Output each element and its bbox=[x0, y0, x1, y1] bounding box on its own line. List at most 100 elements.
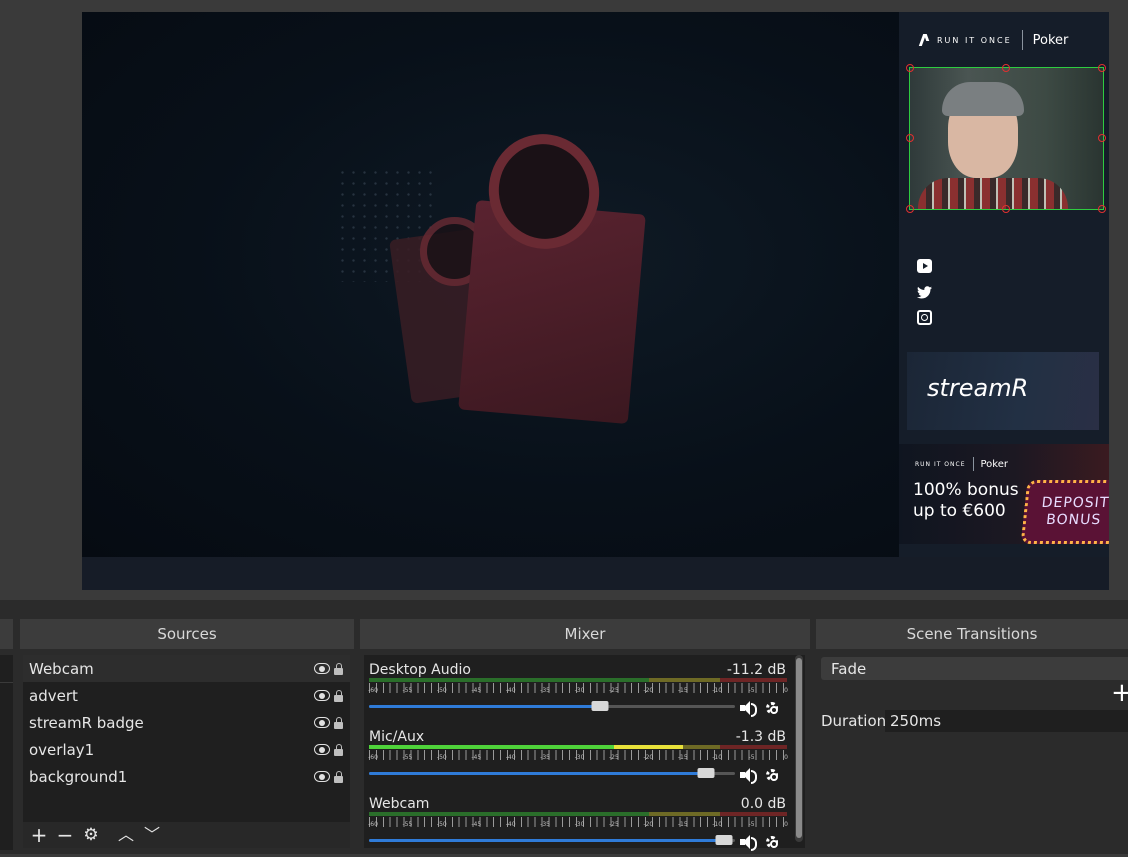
transition-select[interactable]: Fade bbox=[821, 657, 1128, 680]
lock-icon[interactable] bbox=[334, 743, 343, 756]
source-name: background1 bbox=[29, 767, 128, 786]
add-source-button[interactable]: + bbox=[28, 824, 50, 846]
scene-transitions-panel: Fade + Duration 250ms bbox=[816, 655, 1128, 848]
tick-label: -15 bbox=[677, 754, 688, 761]
sources-dock-title[interactable]: Sources bbox=[20, 619, 354, 649]
eye-icon[interactable] bbox=[314, 744, 330, 755]
volume-slider-thumb[interactable] bbox=[715, 835, 733, 845]
resize-handle-top[interactable] bbox=[1002, 64, 1010, 72]
channel-name: Desktop Audio bbox=[369, 662, 471, 678]
resize-handle-br[interactable] bbox=[1098, 205, 1106, 213]
tick-label: -55 bbox=[402, 687, 413, 694]
tick-label: 0 bbox=[784, 821, 788, 828]
gear-icon[interactable] bbox=[766, 702, 778, 714]
add-transition-button[interactable]: + bbox=[1111, 680, 1128, 706]
mixer-dock-title[interactable]: Mixer bbox=[360, 619, 810, 649]
advert-logo-poker: Poker bbox=[980, 458, 1009, 470]
tick-label: -45 bbox=[471, 821, 482, 828]
move-source-up-button[interactable]: ︿ bbox=[115, 824, 137, 846]
source-name: advert bbox=[29, 686, 78, 705]
deposit-sign-line1: DEPOSIT bbox=[1040, 495, 1109, 511]
meter-tick-labels: -60 -55 -50 -45 -40 -35 -30 -25 -20 -15 -10 -5 0 bbox=[364, 821, 794, 829]
source-item-streamr-badge[interactable]: streamR badge bbox=[23, 709, 350, 736]
run-it-once-logo: RUN IT ONCE Poker bbox=[919, 30, 1068, 50]
resize-handle-left[interactable] bbox=[906, 134, 914, 142]
eye-icon[interactable] bbox=[314, 690, 330, 701]
mixer-channel: Webcam 0.0 dB -60 -55 -50 -45 -40 -35 -30 -25 -20-… bbox=[364, 791, 794, 857]
tick-label: -40 bbox=[505, 754, 516, 761]
tick-label: -25 bbox=[609, 821, 619, 828]
eye-icon[interactable] bbox=[314, 717, 330, 728]
webcam-person-shirt bbox=[918, 178, 1068, 209]
tick-label: -10 bbox=[712, 754, 723, 761]
source-item-overlay1[interactable]: overlay1 bbox=[23, 736, 350, 763]
mixer-channel: Mic/Aux -1.3 dB -60 -55 -50 -45 -40 -35 -30 -25 -2… bbox=[364, 724, 794, 790]
volume-slider-thumb[interactable] bbox=[591, 701, 609, 711]
webcam-source-selected[interactable] bbox=[909, 67, 1104, 210]
sources-list[interactable]: Webcam advert streamR badge overlay1 bac… bbox=[23, 655, 350, 848]
transitions-dock-title[interactable]: Scene Transitions bbox=[816, 619, 1128, 649]
tick-label: 0 bbox=[784, 687, 788, 694]
eye-icon[interactable] bbox=[314, 663, 330, 674]
volume-slider[interactable] bbox=[369, 701, 735, 711]
gear-icon[interactable] bbox=[766, 836, 778, 848]
tick-label: -60 bbox=[368, 754, 378, 761]
lock-icon[interactable] bbox=[334, 770, 343, 783]
gear-icon[interactable] bbox=[766, 769, 778, 781]
source-item-advert[interactable]: advert bbox=[23, 682, 350, 709]
rio-logo-text: RUN IT ONCE bbox=[937, 35, 1012, 45]
tick-label: -45 bbox=[471, 754, 482, 761]
source-item-background1[interactable]: background1 bbox=[23, 763, 350, 790]
tick-label: -15 bbox=[677, 687, 688, 694]
speaker-wave-icon bbox=[751, 770, 757, 784]
scenes-dock-title bbox=[0, 619, 13, 649]
youtube-icon bbox=[917, 259, 932, 273]
remove-source-button[interactable]: − bbox=[54, 824, 76, 846]
mixer-scrollbar[interactable] bbox=[795, 655, 803, 842]
tick-label: -60 bbox=[368, 821, 378, 828]
deposit-sign-line2: BONUS bbox=[1045, 512, 1102, 528]
duration-input[interactable]: 250ms bbox=[885, 710, 1128, 732]
tick-label: -25 bbox=[609, 754, 619, 761]
tick-label: -45 bbox=[471, 687, 482, 694]
tick-label: -5 bbox=[748, 687, 755, 694]
lock-icon[interactable] bbox=[334, 662, 343, 675]
resize-handle-right[interactable] bbox=[1098, 134, 1106, 142]
audio-mixer: Desktop Audio -11.2 dB -60 -55 -50 -45 -40 -35-… bbox=[364, 655, 805, 851]
resize-handle-tr[interactable] bbox=[1098, 64, 1106, 72]
tick-label: -5 bbox=[748, 821, 755, 828]
resize-handle-bl[interactable] bbox=[906, 205, 914, 213]
scenes-list[interactable] bbox=[0, 655, 13, 850]
preview-bottom-bar bbox=[82, 557, 1109, 590]
overlay-sidebar: RUN IT ONCE Poker streamR RUN IT ONCE Po… bbox=[899, 12, 1109, 557]
background-scene bbox=[82, 12, 899, 557]
lock-icon[interactable] bbox=[334, 716, 343, 729]
tick-label: 0 bbox=[784, 754, 788, 761]
deposit-bonus-sign: DEPOSIT BONUS bbox=[1020, 480, 1109, 544]
resize-handle-bottom[interactable] bbox=[1002, 205, 1010, 213]
meter-tick-labels: -60 -55 -50 -45 -40 -35 -30 -25 -20 -15 -10 -5 0 bbox=[364, 687, 794, 695]
preview-canvas[interactable]: RUN IT ONCE Poker streamR RUN IT ONCE Po… bbox=[82, 12, 1109, 590]
lock-icon[interactable] bbox=[334, 689, 343, 702]
volume-slider[interactable] bbox=[369, 835, 735, 845]
advert-logo-divider bbox=[972, 457, 974, 471]
source-properties-button[interactable]: ⚙ bbox=[80, 824, 102, 846]
resize-handle-tl[interactable] bbox=[906, 64, 914, 72]
volume-meter bbox=[369, 678, 787, 682]
volume-slider[interactable] bbox=[369, 768, 735, 778]
tick-label: -10 bbox=[712, 687, 723, 694]
tick-label: -35 bbox=[540, 754, 550, 761]
tick-label: -40 bbox=[505, 687, 516, 694]
volume-slider-thumb[interactable] bbox=[697, 768, 715, 778]
eye-icon[interactable] bbox=[314, 771, 330, 782]
tick-label: -50 bbox=[436, 821, 447, 828]
tick-label: -20 bbox=[643, 687, 654, 694]
tick-label: -50 bbox=[436, 687, 447, 694]
tick-label: -30 bbox=[574, 687, 585, 694]
source-item-webcam[interactable]: Webcam bbox=[23, 655, 350, 682]
streamr-badge-text: streamR bbox=[927, 374, 1029, 402]
advert-logo-text: RUN IT ONCE bbox=[915, 460, 966, 468]
tick-label: -5 bbox=[748, 754, 755, 761]
move-source-down-button[interactable]: ﹀ bbox=[141, 824, 163, 846]
advert-bonus-line2: up to €600 bbox=[913, 501, 1006, 521]
